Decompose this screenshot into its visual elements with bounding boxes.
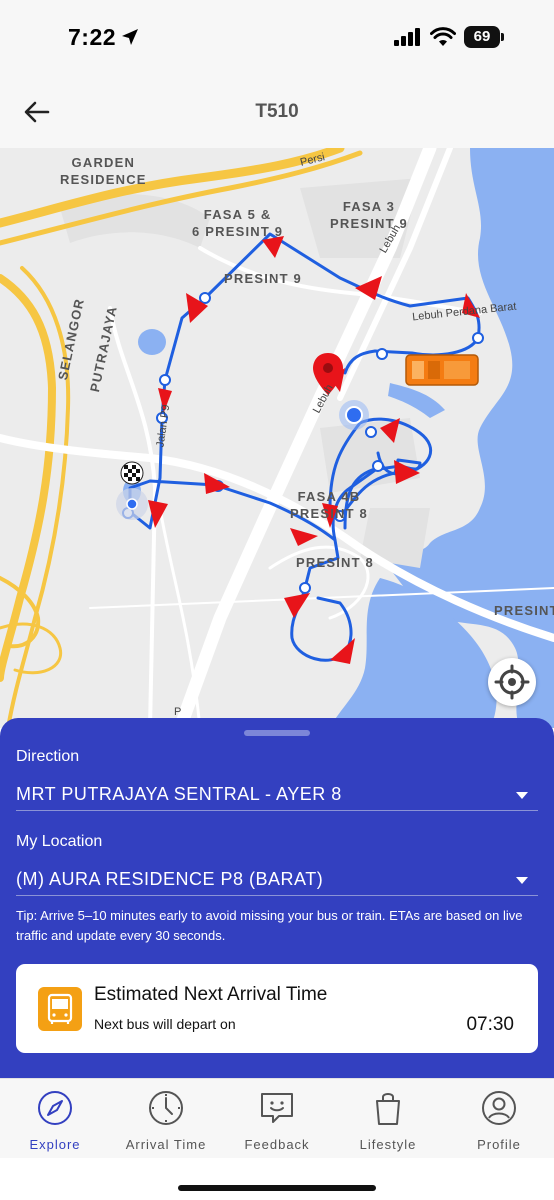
- clock-icon: [149, 1091, 183, 1125]
- direction-underline: [16, 810, 538, 811]
- profile-icon: [482, 1091, 516, 1125]
- app-screen: 7:22 69 T510 GARDEN RESIDENCE FASA 5 & 6…: [0, 0, 554, 1200]
- bottom-nav: Explore Arrival Time Feedback Lifestyle …: [0, 1078, 554, 1158]
- eta-card: Estimated Next Arrival Time Next bus wil…: [16, 964, 538, 1053]
- nav-label-explore: Explore: [29, 1137, 81, 1152]
- signal-icon: [394, 28, 420, 46]
- feedback-smile-icon: [261, 1093, 293, 1123]
- direction-dropdown-icon[interactable]: [516, 792, 528, 799]
- map-label-presint9: PRESINT 9: [224, 271, 302, 286]
- water-channel: [388, 383, 445, 418]
- start-flag-icon: [116, 461, 148, 520]
- locate-crosshair-icon: [494, 664, 530, 700]
- status-time: 7:22: [68, 24, 117, 50]
- direction-label: Direction: [16, 748, 80, 765]
- water-pond-1: [138, 329, 166, 355]
- battery-icon: 69: [464, 26, 504, 48]
- eta-time: 07:30: [466, 1014, 514, 1035]
- location-underline: [16, 895, 538, 896]
- shopping-bag-icon: [376, 1093, 400, 1125]
- home-indicator[interactable]: [178, 1185, 376, 1191]
- bus-icon: [405, 354, 479, 386]
- road-label-p: P: [174, 706, 182, 718]
- nav-label-lifestyle: Lifestyle: [359, 1137, 417, 1152]
- location-dropdown-icon[interactable]: [516, 877, 528, 884]
- map-label-fasa5: FASA 5 & 6 PRESINT 9: [192, 207, 284, 239]
- map-label-fasa4b: FASA 4B PRESINT 8: [290, 489, 368, 521]
- nav-label-profile: Profile: [477, 1137, 521, 1152]
- home-indicator-area: [0, 1158, 554, 1200]
- route-map[interactable]: GARDEN RESIDENCE FASA 5 & 6 PRESINT 9 FASA…: [0, 148, 554, 728]
- map-label-garden-residence: GARDEN RESIDENCE: [60, 155, 147, 187]
- direction-select[interactable]: MRT PUTRAJAYA SENTRAL - AYER 8: [16, 784, 342, 805]
- map-label-presint8: PRESINT 8: [296, 555, 374, 570]
- location-label: My Location: [16, 833, 103, 850]
- compass-icon: [38, 1091, 72, 1125]
- panel-drag-handle[interactable]: [244, 730, 310, 736]
- nav-item-lifestyle[interactable]: Lifestyle: [333, 1085, 443, 1155]
- nav-label-arrival-time: Arrival Time: [125, 1137, 207, 1152]
- nav-item-feedback[interactable]: Feedback: [222, 1085, 332, 1155]
- locate-me-button[interactable]: [488, 658, 536, 706]
- location-arrow-icon: [122, 29, 138, 45]
- page-title: T510: [255, 101, 299, 122]
- nav-item-profile[interactable]: Profile: [444, 1085, 554, 1155]
- battery-tip: [501, 33, 504, 41]
- nav-item-arrival-time[interactable]: Arrival Time: [111, 1085, 221, 1155]
- status-bar: 7:22 69: [0, 0, 554, 75]
- nav-label-feedback: Feedback: [244, 1137, 310, 1152]
- battery-level: 69: [464, 26, 500, 48]
- wifi-icon: [430, 27, 456, 46]
- route-info-panel: Direction MRT PUTRAJAYA SENTRAL - AYER 8…: [0, 718, 554, 1078]
- location-select[interactable]: (M) AURA RESIDENCE P8 (BARAT): [16, 869, 323, 890]
- tip-text: Tip: Arrive 5–10 minutes early to avoid …: [16, 908, 523, 943]
- eta-subtitle: Next bus will depart on: [94, 1016, 236, 1032]
- map-label-presint-right: PRESINT: [494, 603, 554, 618]
- bus-stop-icon: [38, 987, 82, 1031]
- nav-item-explore[interactable]: Explore: [0, 1085, 110, 1155]
- eta-title: Estimated Next Arrival Time: [94, 984, 328, 1005]
- user-location-dot: [345, 406, 363, 424]
- app-header: T510: [0, 75, 554, 148]
